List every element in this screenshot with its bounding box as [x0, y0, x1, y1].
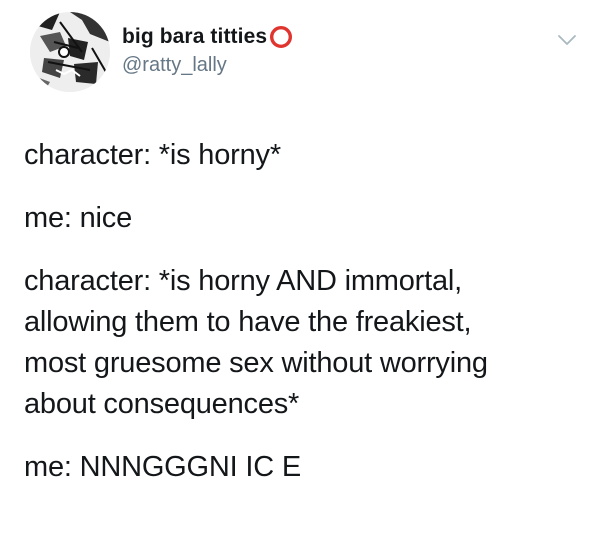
- chevron-down-icon[interactable]: [555, 28, 579, 52]
- tweet-line: me: NNNGGGNI IC E: [24, 451, 301, 483]
- tweet-line: allowing them to have the freakiest,: [24, 306, 472, 338]
- display-name-row: big bara titties: [122, 22, 293, 52]
- tweet-line: me: nice: [24, 202, 132, 234]
- display-name[interactable]: big bara titties: [122, 25, 267, 49]
- tweet-line: most gruesome sex without worrying: [24, 347, 488, 379]
- avatar[interactable]: [30, 12, 110, 92]
- tweet-line: about consequences*: [24, 388, 300, 420]
- user-handle[interactable]: @ratty_lally: [122, 54, 293, 77]
- author-info: big bara titties @ratty_lally: [122, 22, 293, 77]
- avatar-illustration: [30, 12, 110, 92]
- tweet-text: character: *is horny* me: nice character…: [24, 135, 584, 488]
- tweet-line: character: *is horny*: [24, 139, 281, 171]
- heavy-large-circle-icon: [270, 25, 293, 49]
- tweet-card: big bara titties @ratty_lally character:…: [0, 0, 604, 536]
- tweet-line: character: *is horny AND immortal,: [24, 265, 462, 297]
